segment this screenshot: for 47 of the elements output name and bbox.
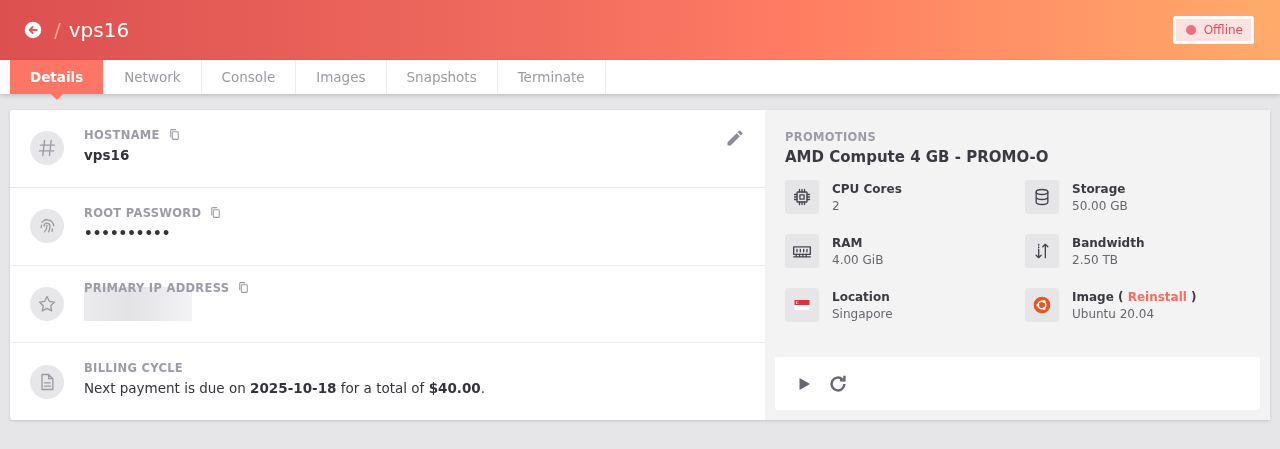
spec-label: CPU Cores — [832, 181, 902, 196]
plan-name: AMD Compute 4 GB - PROMO-O — [785, 148, 1050, 166]
copy-icon[interactable] — [167, 128, 181, 142]
tab[interactable]: Network — [104, 60, 202, 94]
tab[interactable]: Console — [201, 60, 297, 94]
field-value: •••••••••• — [84, 224, 172, 241]
up-down-arrows-icon — [1025, 234, 1059, 268]
spec-label: RAM — [832, 235, 863, 250]
hash-icon — [30, 131, 64, 166]
database-icon — [1025, 180, 1059, 214]
ubuntu-icon — [1025, 288, 1059, 322]
spec-value: Ubuntu 20.04 — [1072, 306, 1156, 321]
spec-value: 4.00 GiB — [832, 252, 884, 267]
tab[interactable]: Terminate — [497, 60, 606, 94]
field-label: BILLING CYCLE — [84, 361, 183, 376]
memory-icon — [785, 234, 819, 268]
tab[interactable]: Snapshots — [386, 60, 498, 94]
flag-icon — [785, 288, 819, 322]
copy-icon[interactable] — [209, 206, 223, 220]
spec-value: 2 — [832, 198, 841, 213]
status-badge: Offline — [1172, 16, 1254, 44]
tab[interactable]: Images — [296, 60, 387, 94]
back-icon[interactable] — [24, 21, 42, 39]
field-label: PRIMARY IP ADDRESS — [84, 280, 230, 295]
reinstall-link[interactable]: Reinstall — [1127, 289, 1187, 304]
server-title: vps16 — [68, 18, 130, 42]
copy-icon[interactable] — [237, 281, 251, 295]
spec-label: Storage — [1072, 181, 1126, 196]
pencil-icon[interactable] — [725, 128, 745, 149]
field-label: HOSTNAME — [84, 127, 160, 142]
document-icon — [30, 364, 64, 399]
field-value: Next payment is due on 2025-10-18 for a total of $40.00. — [84, 380, 487, 397]
spec-value: 2.50 TB — [1072, 252, 1120, 267]
field-label: ROOT PASSWORD — [84, 205, 202, 220]
spec-value: 50.00 GB — [1072, 198, 1128, 213]
fingerprint-icon — [30, 209, 64, 244]
spec-value: Singapore — [832, 306, 893, 321]
plan-label: PROMOTIONS — [785, 130, 878, 144]
chip-icon — [785, 180, 819, 214]
spec-label: Bandwidth — [1072, 235, 1145, 250]
tab[interactable]: Details — [10, 60, 105, 94]
spec-label: Image ( — [1072, 289, 1124, 304]
tab-pointer — [51, 94, 64, 100]
breadcrumb-separator: / — [54, 18, 61, 42]
spec-label-end: ) — [1191, 289, 1197, 304]
spec-label: Location — [832, 289, 890, 304]
field-value: vps16 — [84, 146, 131, 163]
